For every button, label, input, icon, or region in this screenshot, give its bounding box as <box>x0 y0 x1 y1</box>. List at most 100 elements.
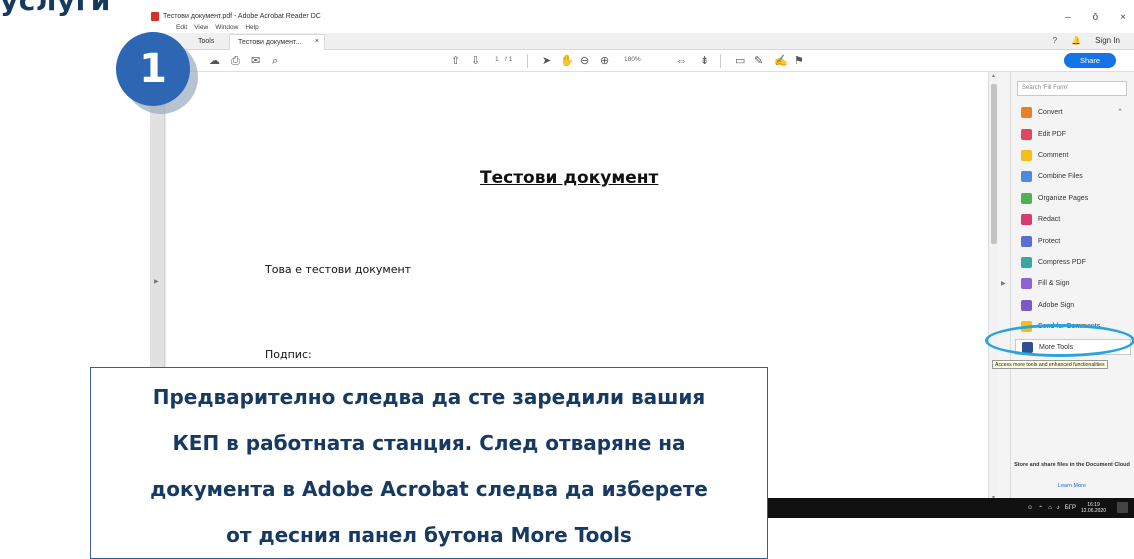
windows-taskbar: ☺ ⌃ ⌂ ♪ БГР 16:19 12.06.2020 <box>767 498 1134 518</box>
tool-redact[interactable]: Redact <box>1011 209 1134 230</box>
maximize-button[interactable]: ō <box>1093 12 1099 23</box>
search-icon[interactable]: ⌕ <box>272 55 278 67</box>
volume-icon[interactable]: ♪ <box>1057 505 1060 511</box>
draw-icon[interactable]: ✍ <box>774 55 788 67</box>
tool-label: Adobe Sign <box>1038 301 1075 309</box>
share-button[interactable]: Share <box>1064 53 1116 68</box>
email-icon[interactable]: ✉ <box>251 55 260 67</box>
select-cursor-icon[interactable]: ➤ <box>542 55 551 67</box>
tab-document[interactable]: Тестови документ... × <box>229 34 325 50</box>
tools-list: Convert ⌃ Edit PDF Comment Combine Files Orga… <box>1011 102 1134 356</box>
redact-icon <box>1021 214 1032 226</box>
tab-document-label: Тестови документ... <box>238 39 302 46</box>
notifications-icon[interactable] <box>1117 502 1128 513</box>
fill-sign-icon <box>1021 278 1032 290</box>
tool-edit-pdf[interactable]: Edit PDF <box>1011 123 1134 144</box>
tool-label: Organize Pages <box>1038 194 1089 202</box>
vertical-scrollbar[interactable]: ▲ ▼ <box>988 72 998 502</box>
sign-in-button[interactable]: Sign In <box>1095 36 1120 45</box>
pdf-file-icon <box>151 12 159 21</box>
tool-adobe-sign[interactable]: Adobe Sign <box>1011 295 1134 316</box>
system-tray: ☺ ⌃ ⌂ ♪ БГР 16:19 12.06.2020 <box>1027 502 1106 514</box>
learn-more-link[interactable]: Learn More <box>1010 483 1134 489</box>
toolbar-divider <box>720 54 721 68</box>
tool-fill-sign[interactable]: Fill & Sign <box>1011 273 1134 294</box>
fit-page-icon[interactable]: ⇔ <box>676 55 687 67</box>
tool-combine-files[interactable]: Combine Files <box>1011 166 1134 187</box>
page-total: / 1 <box>505 56 513 63</box>
tool-label: Protect <box>1038 237 1061 245</box>
scrollbar-thumb[interactable] <box>991 84 997 244</box>
main-toolbar: ☁ ⎙ ✉ ⌕ ⇧ ⇩ 1 / 1 ➤ ✋ ⊖ ⊕ 180% ⇔ ⇟ ▭ ✎ ✍… <box>150 50 1134 72</box>
window-title: Тестови документ.pdf - Adobe Acrobat Rea… <box>163 13 321 20</box>
clock-date: 12.06.2020 <box>1080 508 1106 514</box>
page-number-input[interactable]: 1 <box>495 56 499 63</box>
highlight-ring <box>985 324 1134 357</box>
tab-tools[interactable]: Tools <box>190 34 222 50</box>
organize-pages-icon <box>1021 192 1032 204</box>
share-label: Share <box>1079 56 1100 65</box>
protect-icon <box>1021 235 1032 247</box>
print-icon[interactable]: ⎙ <box>231 55 240 67</box>
help-icon[interactable]: ? <box>1053 36 1057 45</box>
clock[interactable]: 16:19 12.06.2020 <box>1081 502 1106 514</box>
compress-pdf-icon <box>1021 256 1032 268</box>
more-tools-tooltip: Access more tools and enhanced functiona… <box>992 360 1108 369</box>
document-title: Тестови документ <box>480 168 659 188</box>
tool-label: Convert <box>1038 109 1063 117</box>
close-window-button[interactable]: × <box>1120 12 1126 23</box>
language-indicator[interactable]: БГР <box>1065 505 1076 511</box>
cloud-upload-icon[interactable]: ☁ <box>209 55 220 67</box>
right-pane-toggle[interactable]: ▶ <box>998 72 1010 502</box>
zoom-out-icon[interactable]: ⊖ <box>580 55 589 67</box>
adobe-sign-icon <box>1021 299 1032 311</box>
instruction-line: документа в Adobe Acrobat следва да избе… <box>150 477 708 501</box>
instruction-line: КЕП в работната станция. След отваряне н… <box>172 431 686 455</box>
scroll-mode-icon[interactable]: ⇟ <box>700 55 709 67</box>
tool-label: Edit PDF <box>1038 130 1067 138</box>
bell-icon[interactable]: 🔔 <box>1071 36 1081 45</box>
header-right: ? 🔔 Sign In <box>1053 36 1120 45</box>
minimize-button[interactable]: – <box>1065 12 1071 23</box>
screenshot-root: услуги Тестови документ.pdf - Adobe Acro… <box>0 0 1134 559</box>
window-titlebar: Тестови документ.pdf - Adobe Acrobat Rea… <box>150 10 1134 25</box>
tool-label: Comment <box>1038 151 1069 159</box>
page-down-icon[interactable]: ⇩ <box>471 55 480 67</box>
step-badge: 1 <box>116 32 190 106</box>
expand-left-icon: ▶ <box>154 279 159 285</box>
tool-comment[interactable]: Comment <box>1011 145 1134 166</box>
stamp-icon[interactable]: ⚑ <box>794 55 804 67</box>
tab-close-icon[interactable]: × <box>315 38 319 45</box>
tool-convert[interactable]: Convert ⌃ <box>1011 102 1134 123</box>
scroll-up-icon[interactable]: ▲ <box>991 73 996 79</box>
collapse-right-icon: ▶ <box>1001 281 1006 287</box>
hand-tool-icon[interactable]: ✋ <box>560 55 574 67</box>
people-icon[interactable]: ☺ <box>1027 505 1033 511</box>
tray-expand-icon[interactable]: ⌃ <box>1038 505 1043 512</box>
page-up-icon[interactable]: ⇧ <box>451 55 460 67</box>
zoom-level-select[interactable]: 180% <box>624 56 641 63</box>
cloud-note: Store and share files in the Document Cl… <box>1014 462 1130 468</box>
tool-organize-pages[interactable]: Organize Pages <box>1011 188 1134 209</box>
tools-search-input[interactable]: Search 'Fill Form' <box>1017 81 1127 96</box>
tool-protect[interactable]: Protect <box>1011 230 1134 251</box>
comment-icon <box>1021 149 1032 161</box>
zoom-in-icon[interactable]: ⊕ <box>600 55 609 67</box>
tool-compress-pdf[interactable]: Compress PDF <box>1011 252 1134 273</box>
collapse-chevron-icon[interactable]: ⌃ <box>1117 108 1123 116</box>
document-body-text: Това е тестови документ <box>265 263 412 276</box>
instruction-line: Предварително следва да сте заредили ваш… <box>152 385 706 409</box>
page-heading: услуги <box>0 0 111 17</box>
tool-label: Fill & Sign <box>1038 280 1070 288</box>
edit-pdf-icon <box>1021 128 1032 140</box>
window-controls: – ō × <box>1065 12 1126 23</box>
tool-label: Combine Files <box>1038 173 1083 181</box>
comment-icon[interactable]: ▭ <box>735 55 745 67</box>
signature-label: Подпис: <box>265 348 312 361</box>
instruction-line: от десния панел бутона More Tools <box>226 523 632 547</box>
tool-label: Redact <box>1038 216 1061 224</box>
combine-files-icon <box>1021 171 1032 183</box>
network-icon[interactable]: ⌂ <box>1048 505 1052 511</box>
toolbar-divider <box>527 54 528 68</box>
highlight-pen-icon[interactable]: ✎ <box>754 55 763 67</box>
